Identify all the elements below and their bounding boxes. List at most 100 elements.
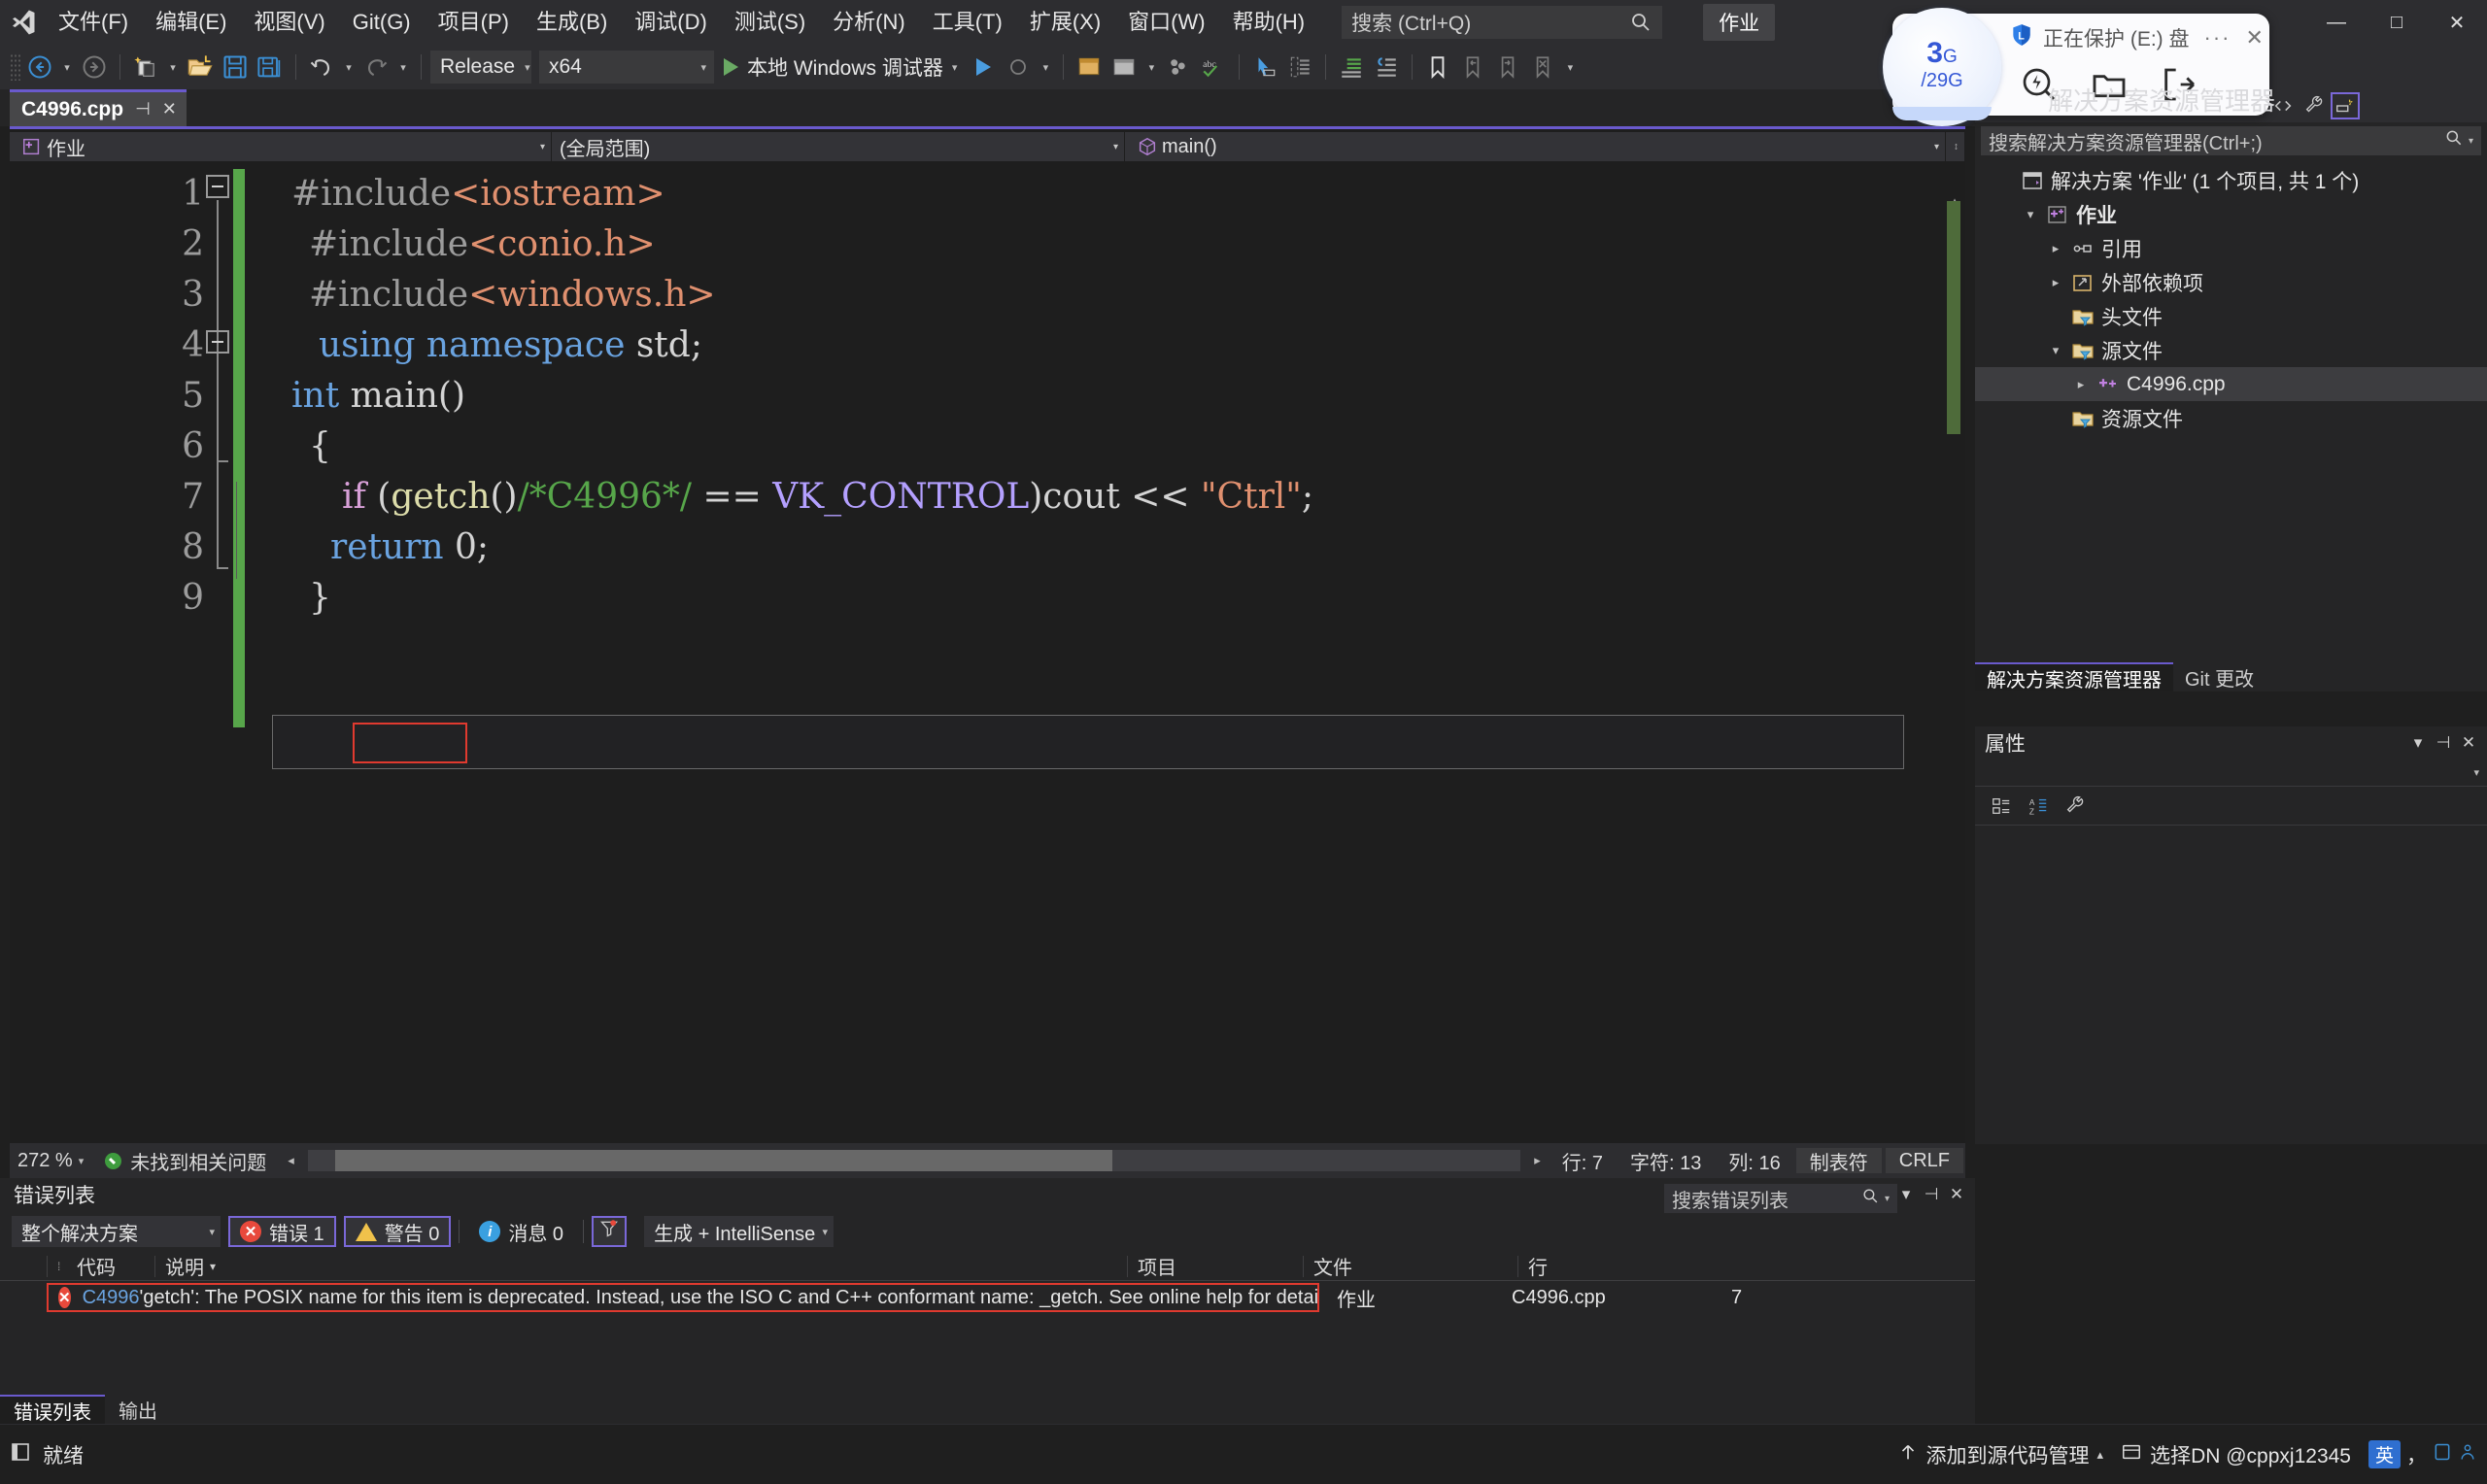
menu-debug[interactable]: 调试(D)	[621, 0, 721, 45]
document-tab-c4996[interactable]: C4996.cpp ⊣ ✕	[10, 89, 187, 126]
new-project-button[interactable]	[129, 51, 162, 84]
expand-toggle-icon[interactable]: ▾	[2043, 343, 2068, 358]
toolbar-grip[interactable]	[10, 53, 21, 81]
menu-tools[interactable]: 工具(T)	[919, 0, 1016, 45]
categorized-icon[interactable]	[1985, 792, 2018, 821]
code-line[interactable]: 4 using namespace std;	[10, 320, 1965, 371]
tree-item-7[interactable]: 资源文件	[1975, 401, 2487, 435]
column-header-line[interactable]: 行	[1518, 1252, 1596, 1280]
column-header-code[interactable]: 代码	[67, 1252, 154, 1280]
configuration-combo[interactable]: Release ▾	[430, 51, 531, 84]
split-view-icon[interactable]	[1946, 132, 1965, 161]
messages-filter-button[interactable]: i 消息 0	[467, 1216, 575, 1247]
scroll-left-icon[interactable]: ◂	[280, 1153, 302, 1168]
menu-file[interactable]: 文件(F)	[45, 0, 142, 45]
tree-item-4[interactable]: 头文件	[1975, 299, 2487, 333]
eol-mode[interactable]: CRLF	[1885, 1148, 1963, 1173]
tab-solution-explorer[interactable]: 解决方案资源管理器	[1975, 662, 2173, 691]
warnings-filter-button[interactable]: 警告 0	[343, 1216, 452, 1247]
close-icon[interactable]: ✕	[162, 99, 177, 119]
ime-language-badge[interactable]: 英	[2368, 1440, 2401, 1468]
scrollbar-thumb[interactable]	[1947, 201, 1960, 434]
nav-back-button[interactable]	[23, 51, 56, 84]
menu-view[interactable]: 视图(V)	[240, 0, 338, 45]
nav-forward-button[interactable]	[78, 51, 111, 84]
nav-member-combo[interactable]: main() ▾	[1125, 132, 1946, 161]
tab-git-changes[interactable]: Git 更改	[2173, 662, 2266, 691]
code-line[interactable]: 1 #include<iostream>	[10, 169, 1965, 219]
code-line[interactable]: 2 #include<conio.h>	[10, 219, 1965, 270]
tree-item-3[interactable]: ▸ 外部依赖项	[1975, 265, 2487, 299]
stop-button[interactable]	[1002, 51, 1035, 84]
indent-icon[interactable]	[1335, 51, 1368, 84]
solution-explorer-search-input[interactable]: 搜索解决方案资源管理器(Ctrl+;) ▾	[1981, 126, 2481, 155]
error-scope-combo[interactable]: 整个解决方案 ▾	[12, 1216, 221, 1247]
pin-icon[interactable]: ⊣	[2431, 733, 2456, 753]
menu-edit[interactable]: 编辑(E)	[142, 0, 240, 45]
minimize-button[interactable]: —	[2306, 0, 2367, 45]
bookmark-icon[interactable]	[1421, 51, 1454, 84]
column-header-project[interactable]: 项目	[1128, 1252, 1303, 1280]
menu-window[interactable]: 窗口(W)	[1114, 0, 1218, 45]
chevron-down-icon[interactable]: ▾	[2469, 136, 2473, 147]
comma-icon[interactable]: ，	[2406, 1440, 2427, 1469]
chevron-down-icon[interactable]: ▾	[1885, 1194, 1890, 1204]
ime-box-icon[interactable]	[2433, 1441, 2452, 1468]
save-all-button[interactable]	[254, 51, 287, 84]
menu-extensions[interactable]: 扩展(X)	[1016, 0, 1114, 45]
editor-vertical-scrollbar[interactable]: ▴ ▾	[1944, 193, 1965, 1158]
redo-dropdown[interactable]: ▾	[394, 51, 412, 84]
pointer-select-icon[interactable]	[1248, 51, 1281, 84]
alphabetical-icon[interactable]: AZ	[2022, 792, 2055, 821]
hscrollbar-thumb[interactable]	[334, 1150, 1112, 1171]
chevron-down-icon[interactable]: ▾	[2405, 733, 2431, 753]
platform-combo[interactable]: x64 ▾	[539, 51, 714, 84]
scroll-right-icon[interactable]: ▸	[1526, 1153, 1549, 1168]
close-button[interactable]: ✕	[2427, 0, 2487, 45]
menu-help[interactable]: 帮助(H)	[1219, 0, 1319, 45]
preview-icon[interactable]	[1107, 51, 1141, 84]
preview-dropdown[interactable]: ▾	[1142, 51, 1160, 84]
property-pages-icon[interactable]	[2059, 792, 2092, 821]
stop-dropdown[interactable]: ▾	[1037, 51, 1054, 84]
column-header-file[interactable]: 文件	[1304, 1252, 1517, 1280]
indent-mode[interactable]: 制表符	[1795, 1148, 1882, 1174]
menu-git[interactable]: Git(G)	[339, 0, 425, 45]
solution-tools-icon[interactable]	[2331, 92, 2360, 119]
close-icon[interactable]: ✕	[1944, 1185, 1969, 1204]
attach-button[interactable]	[967, 51, 1000, 84]
filter-button[interactable]	[592, 1216, 628, 1247]
tree-item-5[interactable]: ▾ 源文件	[1975, 333, 2487, 367]
maximize-button[interactable]: □	[2367, 0, 2427, 45]
menu-analyze[interactable]: 分析(N)	[819, 0, 919, 45]
tree-item-6[interactable]: ▸ C4996.cpp	[1975, 367, 2487, 401]
close-icon[interactable]: ✕	[2245, 25, 2263, 51]
code-line[interactable]: 8 return 0;	[10, 523, 1965, 573]
tree-item-1[interactable]: ▾ 作业	[1975, 197, 2487, 231]
zoom-level-combo[interactable]: 272 % ▾	[10, 1150, 91, 1172]
menu-test[interactable]: 测试(S)	[721, 0, 819, 45]
open-folder-button[interactable]	[184, 51, 217, 84]
expand-toggle-icon[interactable]: ▾	[2018, 207, 2043, 222]
redo-button[interactable]	[359, 51, 392, 84]
expand-toggle-icon[interactable]: ▸	[2043, 241, 2068, 256]
menu-build[interactable]: 生成(B)	[523, 0, 621, 45]
nav-project-combo[interactable]: 作业 ▾	[10, 132, 552, 161]
window-layout-icon[interactable]	[1073, 51, 1106, 84]
menu-project[interactable]: 项目(P)	[425, 0, 523, 45]
code-line[interactable]: 7 if (getch()/*C4996*/ == VK_CONTROL)cout…	[10, 472, 1965, 523]
bookmark-clear-icon[interactable]	[1526, 51, 1559, 84]
code-text-area[interactable]: 1 #include<iostream> 2 #include<conio.h> 3 #i…	[10, 161, 1965, 1158]
undo-dropdown[interactable]: ▾	[340, 51, 358, 84]
code-line[interactable]: 9}	[10, 573, 1965, 624]
nav-scope-combo[interactable]: (全局范围) ▾	[552, 132, 1125, 161]
expand-toggle-icon[interactable]: ▸	[2068, 377, 2094, 392]
properties-object-combo[interactable]: ▾	[1975, 759, 2487, 787]
security-overlay-widget[interactable]: 3G /29G L 正在保护 (E:) 盘 ··· ✕ 解决方案资源管理器	[1883, 8, 2275, 126]
outdent-icon[interactable]	[1370, 51, 1403, 84]
expand-toggle-icon[interactable]: ▸	[2043, 275, 2068, 290]
table-row[interactable]: ✕ C4996 'getch': The POSIX name for this…	[0, 1281, 1975, 1314]
close-icon[interactable]: ✕	[2456, 733, 2481, 753]
code-line[interactable]: 5 int main()	[10, 371, 1965, 422]
start-debug-button[interactable]: 本地 Windows 调试器 ▾	[716, 51, 965, 84]
